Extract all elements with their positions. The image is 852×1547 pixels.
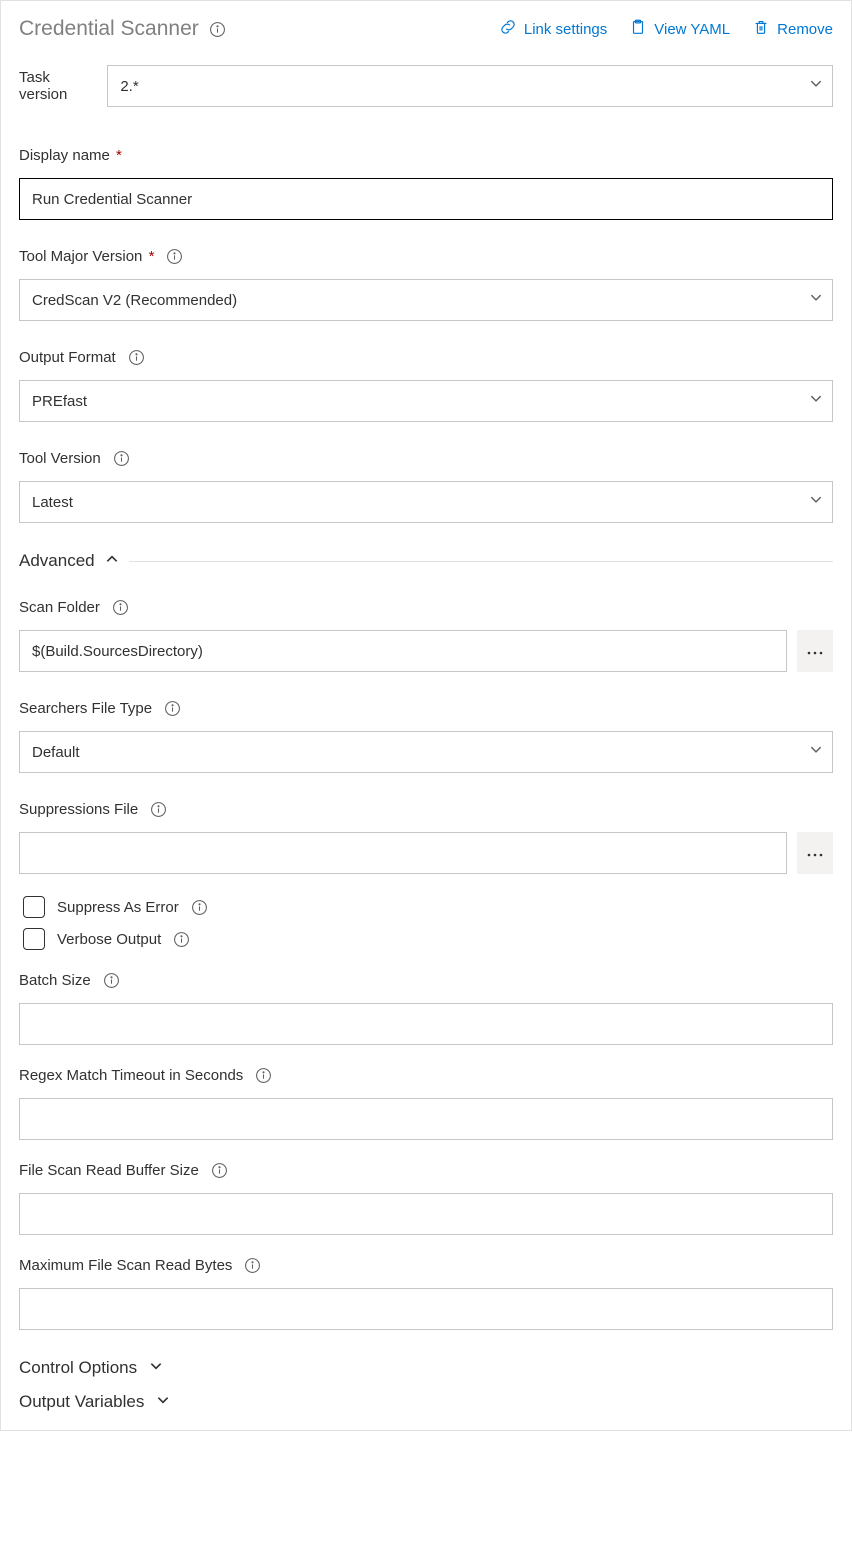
info-icon[interactable] [112, 599, 129, 616]
view-yaml-button[interactable]: View YAML [629, 18, 730, 40]
ellipsis-icon [807, 642, 823, 660]
verbose-output-label: Verbose Output [57, 931, 161, 948]
scan-folder-field: Scan Folder [19, 599, 833, 672]
title-wrap: Credential Scanner [19, 17, 226, 41]
file-scan-buffer-field: File Scan Read Buffer Size [19, 1162, 833, 1235]
control-options-section-header[interactable]: Control Options [19, 1358, 833, 1378]
output-variables-section-header[interactable]: Output Variables [19, 1392, 833, 1412]
link-settings-button[interactable]: Link settings [499, 18, 607, 40]
header-actions: Link settings View YAML Remove [499, 18, 833, 40]
remove-label: Remove [777, 21, 833, 38]
file-scan-buffer-input[interactable] [19, 1193, 833, 1235]
view-yaml-label: View YAML [654, 21, 730, 38]
ellipsis-icon [807, 844, 823, 862]
regex-timeout-label: Regex Match Timeout in Seconds [19, 1067, 243, 1084]
chevron-up-icon [105, 552, 119, 571]
scan-folder-label: Scan Folder [19, 599, 100, 616]
info-icon[interactable] [244, 1257, 261, 1274]
info-icon[interactable] [103, 972, 120, 989]
display-name-input[interactable] [19, 178, 833, 220]
info-icon[interactable] [191, 899, 208, 916]
output-format-field: Output Format PREfast [19, 349, 833, 422]
verbose-output-checkbox[interactable] [23, 928, 45, 950]
verbose-output-row: Verbose Output [23, 928, 833, 950]
scan-folder-input[interactable] [19, 630, 787, 672]
browse-button[interactable] [797, 630, 833, 672]
info-icon[interactable] [211, 1162, 228, 1179]
task-version-select[interactable]: 2.* [107, 65, 833, 107]
output-variables-title: Output Variables [19, 1392, 144, 1412]
info-icon[interactable] [255, 1067, 272, 1084]
suppressions-file-label: Suppressions File [19, 801, 138, 818]
suppress-as-error-checkbox[interactable] [23, 896, 45, 918]
batch-size-field: Batch Size [19, 972, 833, 1045]
output-format-label: Output Format [19, 349, 116, 366]
advanced-section-header[interactable]: Advanced [19, 551, 833, 571]
searchers-file-type-value: Default [32, 744, 80, 761]
panel-header: Credential Scanner Link settings View YA… [19, 17, 833, 41]
tool-version-field: Tool Version Latest [19, 450, 833, 523]
display-name-label: Display name * [19, 147, 122, 164]
batch-size-label: Batch Size [19, 972, 91, 989]
remove-button[interactable]: Remove [752, 18, 833, 40]
max-file-scan-bytes-input[interactable] [19, 1288, 833, 1330]
searchers-file-type-select[interactable]: Default [19, 731, 833, 773]
info-icon[interactable] [173, 931, 190, 948]
clipboard-icon [629, 18, 647, 40]
max-file-scan-bytes-field: Maximum File Scan Read Bytes [19, 1257, 833, 1330]
batch-size-input[interactable] [19, 1003, 833, 1045]
output-format-select[interactable]: PREfast [19, 380, 833, 422]
link-icon [499, 18, 517, 40]
output-format-value: PREfast [32, 393, 87, 410]
tool-version-select[interactable]: Latest [19, 481, 833, 523]
page-title: Credential Scanner [19, 17, 199, 41]
file-scan-buffer-label: File Scan Read Buffer Size [19, 1162, 199, 1179]
max-file-scan-bytes-label: Maximum File Scan Read Bytes [19, 1257, 232, 1274]
trash-icon [752, 18, 770, 40]
divider [129, 561, 833, 562]
chevron-down-icon [156, 1393, 170, 1412]
advanced-section-title: Advanced [19, 551, 95, 571]
info-icon[interactable] [113, 450, 130, 467]
tool-version-label: Tool Version [19, 450, 101, 467]
required-marker: * [116, 147, 122, 164]
task-version-value: 2.* [120, 78, 138, 95]
searchers-file-type-field: Searchers File Type Default [19, 700, 833, 773]
task-version-row: Task version 2.* [19, 65, 833, 107]
tool-version-value: Latest [32, 494, 73, 511]
info-icon[interactable] [128, 349, 145, 366]
info-icon[interactable] [166, 248, 183, 265]
suppress-as-error-label: Suppress As Error [57, 899, 179, 916]
required-marker: * [149, 248, 155, 265]
tool-major-version-select[interactable]: CredScan V2 (Recommended) [19, 279, 833, 321]
suppress-as-error-row: Suppress As Error [23, 896, 833, 918]
task-config-panel: Credential Scanner Link settings View YA… [0, 0, 852, 1431]
searchers-file-type-label: Searchers File Type [19, 700, 152, 717]
task-version-label: Task version [19, 69, 93, 103]
control-options-title: Control Options [19, 1358, 137, 1378]
regex-timeout-input[interactable] [19, 1098, 833, 1140]
suppressions-file-input[interactable] [19, 832, 787, 874]
info-icon[interactable] [150, 801, 167, 818]
browse-button[interactable] [797, 832, 833, 874]
info-icon[interactable] [209, 21, 226, 38]
tool-major-version-label: Tool Major Version * [19, 248, 154, 265]
display-name-field: Display name * [19, 147, 833, 220]
tool-major-version-field: Tool Major Version * CredScan V2 (Recomm… [19, 248, 833, 321]
info-icon[interactable] [164, 700, 181, 717]
regex-timeout-field: Regex Match Timeout in Seconds [19, 1067, 833, 1140]
link-settings-label: Link settings [524, 21, 607, 38]
suppressions-file-field: Suppressions File [19, 801, 833, 874]
tool-major-version-value: CredScan V2 (Recommended) [32, 292, 237, 309]
chevron-down-icon [149, 1359, 163, 1378]
